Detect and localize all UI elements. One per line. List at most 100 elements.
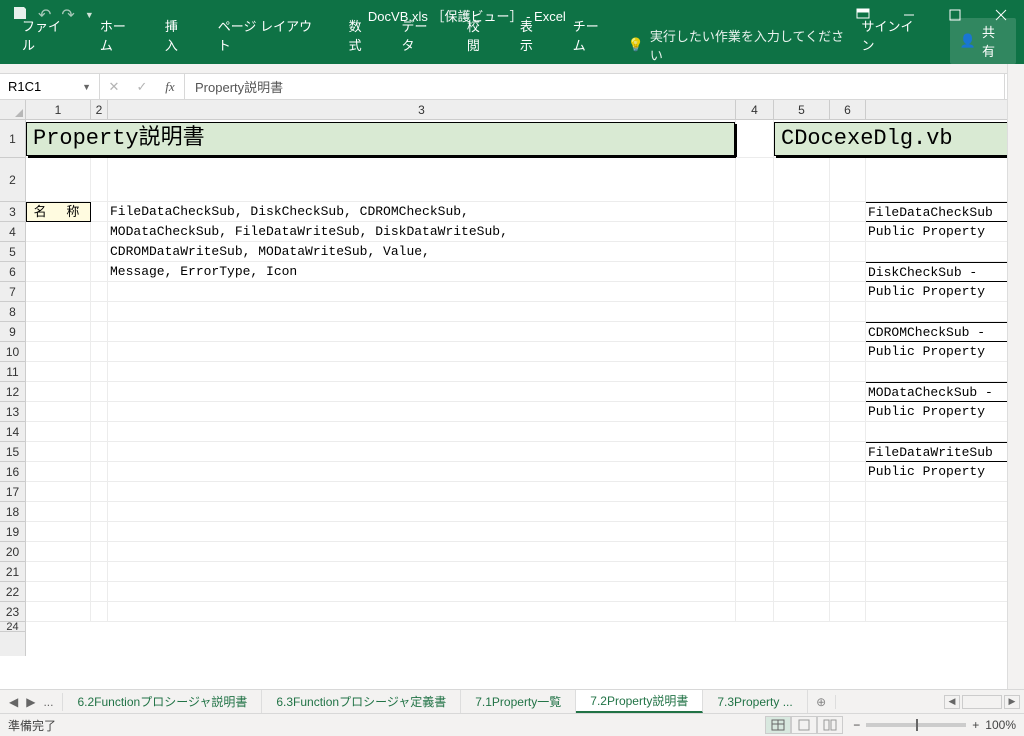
row-header[interactable]: 13 [0, 402, 25, 422]
tab-scroll-right-icon[interactable]: ▶ [23, 693, 38, 711]
cell[interactable] [830, 562, 866, 582]
cell[interactable] [866, 542, 1024, 562]
cell[interactable] [774, 342, 830, 362]
tab-formulas[interactable]: 数式 [335, 8, 388, 64]
cell[interactable] [108, 362, 736, 382]
right-overflow-cell[interactable]: Public Property [866, 342, 1024, 362]
cell[interactable] [736, 282, 774, 302]
cell[interactable] [830, 282, 866, 302]
hscroll-track[interactable] [962, 695, 1002, 709]
cell[interactable] [830, 342, 866, 362]
cell[interactable] [736, 542, 774, 562]
cell[interactable] [91, 322, 108, 342]
cell[interactable] [91, 422, 108, 442]
column-header-remainder[interactable] [866, 100, 1024, 119]
row-header[interactable]: 20 [0, 542, 25, 562]
row-header[interactable]: 19 [0, 522, 25, 542]
cell[interactable] [108, 602, 736, 622]
cell[interactable] [26, 362, 91, 382]
cell[interactable] [108, 482, 736, 502]
zoom-out-button[interactable]: − [853, 718, 860, 732]
cell[interactable] [108, 282, 736, 302]
column-headers[interactable]: 123456 [26, 100, 1024, 120]
row-headers[interactable]: 123456789101112131415161718192021222324 [0, 120, 26, 656]
cell[interactable] [26, 158, 91, 202]
tab-review[interactable]: 校閲 [453, 8, 506, 64]
cell[interactable] [108, 582, 736, 602]
cell[interactable] [736, 502, 774, 522]
cell[interactable] [830, 462, 866, 482]
cell[interactable] [26, 422, 91, 442]
cell[interactable] [774, 582, 830, 602]
cell[interactable] [774, 522, 830, 542]
cell[interactable] [91, 242, 108, 262]
right-overflow-cell[interactable]: FileDataCheckSub [866, 202, 1024, 222]
fx-icon[interactable]: fx [156, 79, 184, 95]
select-all-corner[interactable] [0, 100, 26, 120]
tab-insert[interactable]: 挿入 [151, 8, 204, 64]
zoom-in-button[interactable]: + [972, 718, 979, 732]
cell[interactable] [774, 462, 830, 482]
cell[interactable] [26, 562, 91, 582]
horizontal-scrollbar[interactable]: ◀ ▶ [836, 695, 1024, 709]
enter-icon[interactable]: ✓ [128, 79, 156, 95]
cell[interactable] [774, 422, 830, 442]
row-header[interactable]: 21 [0, 562, 25, 582]
row-header[interactable]: 8 [0, 302, 25, 322]
cell[interactable] [91, 342, 108, 362]
cell[interactable] [26, 342, 91, 362]
cell[interactable] [774, 262, 830, 282]
tab-home[interactable]: ホーム [86, 8, 151, 64]
cell[interactable] [108, 542, 736, 562]
cell[interactable] [91, 462, 108, 482]
tab-scroll-left-icon[interactable]: ◀ [6, 693, 21, 711]
tab-team[interactable]: チーム [559, 8, 624, 64]
row-header[interactable]: 15 [0, 442, 25, 462]
zoom-level[interactable]: 100% [985, 718, 1016, 732]
cell[interactable] [26, 442, 91, 462]
page-break-view-icon[interactable] [817, 716, 843, 734]
row-header[interactable]: 24 [0, 622, 25, 632]
cell[interactable] [774, 482, 830, 502]
right-overflow-cell[interactable]: CDROMCheckSub - [866, 322, 1024, 342]
label-name-cell[interactable]: 名 称 [26, 202, 91, 222]
cell[interactable] [736, 482, 774, 502]
vertical-scrollbar[interactable] [1007, 64, 1024, 689]
cell[interactable] [736, 120, 774, 158]
tell-me-search[interactable]: 💡 実行したい作業を入力してください [628, 26, 848, 64]
cell[interactable] [830, 262, 866, 282]
cell[interactable] [866, 158, 1024, 202]
hscroll-right-icon[interactable]: ▶ [1004, 695, 1020, 709]
row-header[interactable]: 2 [0, 158, 25, 202]
cell[interactable] [91, 382, 108, 402]
row-header[interactable]: 16 [0, 462, 25, 482]
sheet-tab[interactable]: 7.1Property一覧 [461, 690, 576, 713]
hscroll-left-icon[interactable]: ◀ [944, 695, 960, 709]
right-overflow-cell[interactable]: Public Property [866, 222, 1024, 242]
cell[interactable] [91, 562, 108, 582]
cell[interactable] [830, 242, 866, 262]
row-header[interactable]: 9 [0, 322, 25, 342]
cell[interactable] [91, 482, 108, 502]
tab-file[interactable]: ファイル [8, 8, 86, 64]
right-overflow-cell[interactable]: Public Property [866, 462, 1024, 482]
cell[interactable] [91, 362, 108, 382]
cell[interactable] [774, 322, 830, 342]
cell[interactable]: CDROMDataWriteSub, MODataWriteSub, Value… [108, 242, 736, 262]
row-header[interactable]: 1 [0, 120, 25, 158]
cell[interactable] [736, 322, 774, 342]
cell[interactable] [866, 562, 1024, 582]
cell[interactable] [91, 542, 108, 562]
cell[interactable] [91, 262, 108, 282]
row-header[interactable]: 4 [0, 222, 25, 242]
cell[interactable] [736, 562, 774, 582]
cell[interactable] [26, 582, 91, 602]
cell[interactable] [108, 502, 736, 522]
cell[interactable] [108, 342, 736, 362]
column-header[interactable]: 2 [91, 100, 108, 119]
cell[interactable] [830, 442, 866, 462]
row-header[interactable]: 5 [0, 242, 25, 262]
cell[interactable] [26, 282, 91, 302]
right-overflow-cell[interactable]: MODataCheckSub - [866, 382, 1024, 402]
cell[interactable] [91, 222, 108, 242]
